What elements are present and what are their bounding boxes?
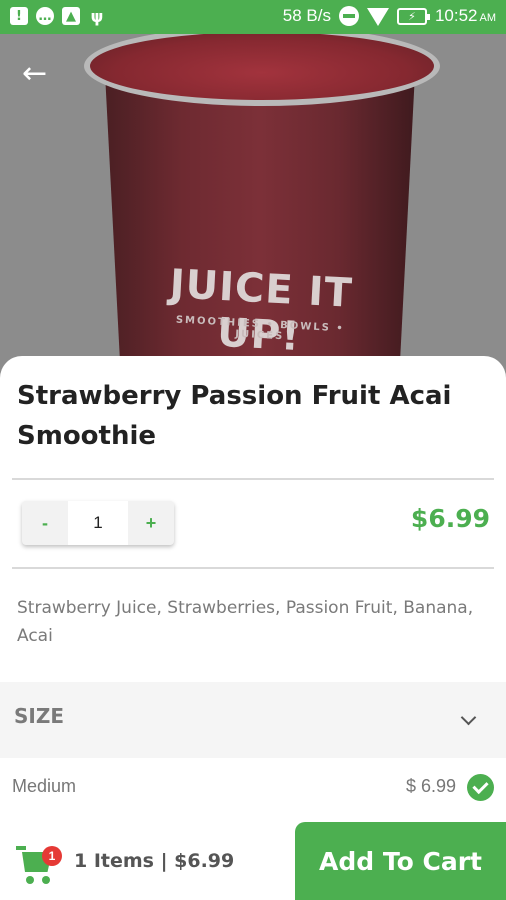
product-price: $6.99 xyxy=(410,504,490,533)
check-circle-icon[interactable] xyxy=(467,774,494,801)
notification-icons: ! … ▲ ψ xyxy=(10,6,106,26)
divider xyxy=(12,478,494,480)
cart-count-badge: 1 xyxy=(42,846,62,866)
cart-icon[interactable]: 1 xyxy=(16,842,64,886)
size-section-header[interactable]: SIZE xyxy=(0,682,506,758)
clock-ampm: AM xyxy=(479,12,497,24)
status-bar: ! … ▲ ψ 58 B/s ⚡ 10:52 AM xyxy=(0,0,506,34)
cup-logo: JUICE IT UP! xyxy=(168,261,354,361)
usb-icon: ψ xyxy=(90,6,104,26)
divider xyxy=(12,567,494,569)
increase-quantity-button[interactable]: + xyxy=(128,501,174,545)
clock: 10:52 xyxy=(434,6,478,25)
wifi-icon xyxy=(366,8,389,26)
cart-summary: 1 Items | $6.99 xyxy=(74,850,235,872)
product-title: Strawberry Passion Fruit Acai Smoothie xyxy=(17,381,452,451)
cart-wheel xyxy=(42,876,50,884)
network-speed: 58 B/s xyxy=(282,6,331,25)
message-icon: … xyxy=(36,7,54,25)
size-option-price: $ 6.99 xyxy=(405,776,456,796)
dnd-icon xyxy=(338,6,359,26)
size-label: SIZE xyxy=(14,704,65,728)
size-option-name[interactable]: Medium xyxy=(12,776,76,797)
cart-wheel xyxy=(26,876,34,884)
battery-charging-icon: ⚡ xyxy=(396,7,430,25)
image-icon: ▲ xyxy=(62,7,80,25)
system-icons: 58 B/s ⚡ 10:52 AM xyxy=(283,6,496,26)
alert-icon: ! xyxy=(10,7,28,25)
product-description: Strawberry Juice, Strawberries, Passion … xyxy=(17,598,474,646)
quantity-value: 1 xyxy=(68,501,128,545)
back-arrow-icon[interactable]: ← xyxy=(22,58,58,90)
quantity-stepper: - 1 + xyxy=(22,501,174,545)
product-card: Strawberry Passion Fruit Acai Smoothie -… xyxy=(0,356,506,900)
product-image: JUICE IT UP! SMOOTHIES • BOWLS • JUICES xyxy=(0,34,506,380)
chevron-down-icon[interactable] xyxy=(460,709,477,726)
decrease-quantity-button[interactable]: - xyxy=(22,501,68,545)
add-to-cart-button[interactable]: Add To Cart xyxy=(295,822,506,900)
cart-handle xyxy=(16,846,26,850)
